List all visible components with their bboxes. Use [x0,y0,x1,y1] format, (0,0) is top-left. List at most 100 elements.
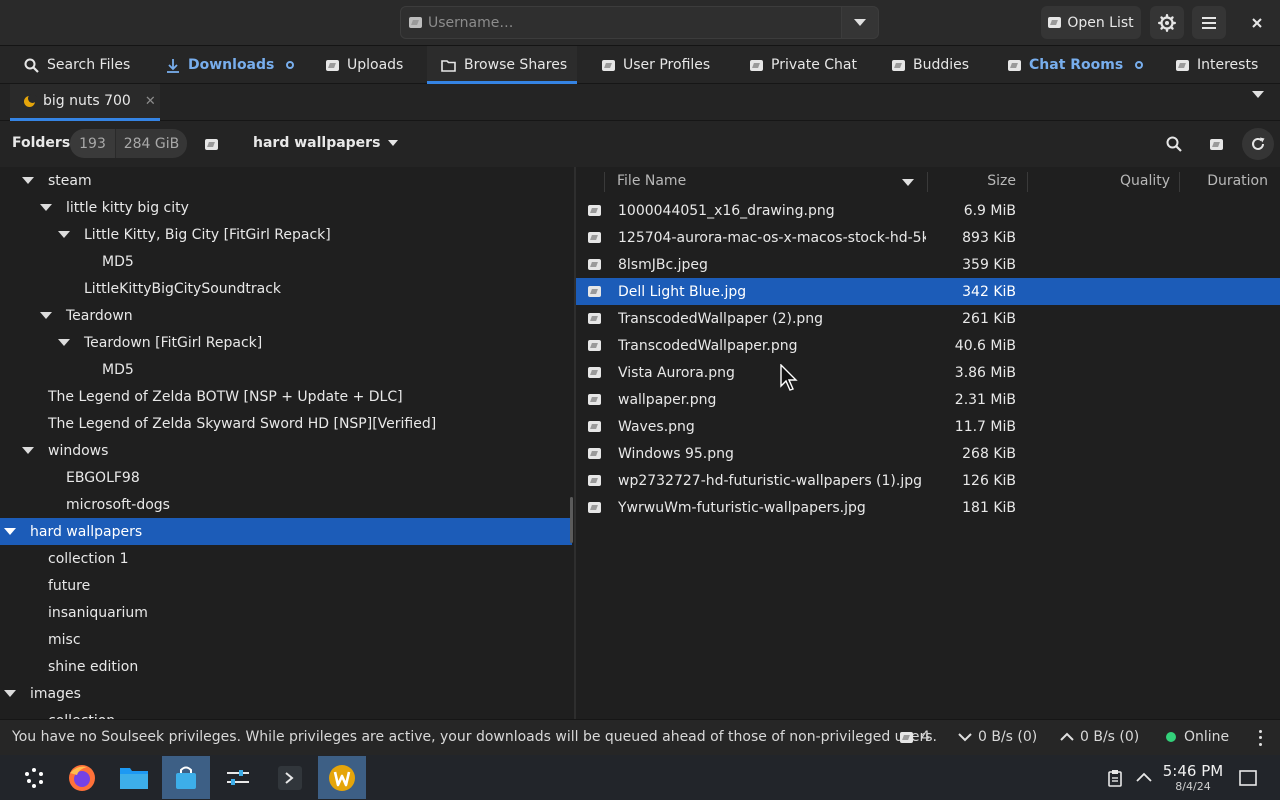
tree-row[interactable]: images [0,680,572,707]
file-row[interactable]: TranscodedWallpaper (2).png 261 KiB [576,305,1280,332]
settings-taskbar-button[interactable] [214,756,262,799]
main-menu-button[interactable] [1192,6,1226,39]
system-tray-expand-icon[interactable] [1136,771,1152,783]
file-row-selected[interactable]: Dell Light Blue.jpg 342 KiB [576,278,1280,305]
privileges-message: You have no Soulseek privileges. While p… [12,729,937,745]
user-tab-big-nuts-700[interactable]: big nuts 700 ✕ [10,84,160,121]
dot [1258,729,1262,733]
chevron-up-icon [1060,732,1074,741]
store-taskbar-button[interactable] [162,756,210,799]
connection-status[interactable]: Online [1166,729,1229,745]
tree-row[interactable]: collection [0,707,572,720]
folder-name: EBGOLF98 [66,469,140,486]
sort-descending-icon[interactable] [902,179,914,186]
expander-icon [40,312,52,319]
tab-private-chat[interactable]: Private Chat [740,46,866,84]
tab-search-files[interactable]: Search Files [14,46,134,84]
file-row[interactable]: wallpaper.png 2.31 MiB [576,386,1280,413]
tab-uploads[interactable]: Uploads [316,46,416,84]
tree-row[interactable]: windows [0,437,572,464]
column-quality[interactable]: Quality [1096,173,1170,189]
firefox-taskbar-button[interactable] [58,756,106,799]
tree-row[interactable]: misc [0,626,572,653]
tab-buddies[interactable]: Buddies [882,46,982,84]
folder-name: Teardown [FitGirl Repack] [84,334,263,351]
tree-row[interactable]: future [0,572,572,599]
column-duration[interactable]: Duration [1188,173,1268,189]
folder-name: The Legend of Zelda BOTW [NSP + Update +… [48,388,403,405]
file-list[interactable]: File Name Size Quality Duration 10000440… [576,167,1280,719]
file-row[interactable]: Windows 95.png 268 KiB [576,440,1280,467]
app-launcher-button[interactable] [10,756,58,799]
tree-row-selected[interactable]: hard wallpapers [0,518,572,545]
status-more-button[interactable] [1254,728,1266,748]
save-shares-button[interactable] [205,136,218,152]
tree-row[interactable]: shine edition [0,653,572,680]
settings-button[interactable] [1150,6,1184,39]
file-icon [588,448,601,459]
clock[interactable]: 5:46 PM 8/4/24 [1160,763,1226,794]
file-row[interactable]: wp2732727-hd-futuristic-wallpapers (1).j… [576,467,1280,494]
tab-label: Private Chat [771,57,857,73]
tab-chat-rooms[interactable]: Chat Rooms [998,46,1146,84]
file-name: Vista Aurora.png [618,364,735,381]
firefox-icon [69,764,95,791]
file-size: 268 KiB [962,445,1016,462]
column-separator [1179,172,1180,192]
file-row[interactable]: Waves.png 11.7 MiB [576,413,1280,440]
download-speed-indicator[interactable]: 0 B/s (0) [958,729,1037,745]
file-manager-taskbar-button[interactable] [110,756,158,799]
tree-row[interactable]: The Legend of Zelda Skyward Sword HD [NS… [0,410,572,437]
user-count-indicator[interactable]: 4 [900,729,930,745]
tree-row[interactable]: MD5 [0,356,572,383]
folder-path-dropdown[interactable]: hard wallpapers [253,135,399,151]
tree-row[interactable]: steam [0,167,572,194]
shopping-bag-icon [176,766,196,789]
tree-row[interactable]: collection 1 [0,545,572,572]
tab-label: Interests [1197,57,1259,73]
tree-row[interactable]: The Legend of Zelda BOTW [NSP + Update +… [0,383,572,410]
tab-interests[interactable]: Interests [1166,46,1276,84]
tab-label: Search Files [47,57,131,73]
tree-scrollbar[interactable] [570,497,573,543]
username-input[interactable]: Username… [400,6,842,39]
close-tab-button[interactable]: ✕ [145,94,156,109]
clipboard-icon[interactable] [1107,769,1123,787]
file-row[interactable]: Vista Aurora.png 3.86 MiB [576,359,1280,386]
folder-tree[interactable]: steam little kitty big city Little Kitty… [0,167,574,719]
file-row[interactable]: TranscodedWallpaper.png 40.6 MiB [576,332,1280,359]
file-row[interactable]: 1000044051_x16_drawing.png 6.9 MiB [576,197,1280,224]
search-button[interactable] [1158,128,1190,160]
upload-speed-indicator[interactable]: 0 B/s (0) [1060,729,1139,745]
tree-row[interactable]: microsoft-dogs [0,491,572,518]
file-row[interactable]: YwrwuWm-futuristic-wallpapers.jpg 181 KiB [576,494,1280,521]
folder-name: MD5 [102,253,134,270]
terminal-taskbar-button[interactable] [266,756,314,799]
open-list-button[interactable]: Open List [1041,6,1141,39]
tabs-menu-button[interactable] [1252,91,1264,114]
tab-browse-shares[interactable]: Browse Shares [427,46,577,84]
tree-row[interactable]: insaniquarium [0,599,572,626]
tree-row[interactable]: LittleKittyBigCitySoundtrack [0,275,572,302]
file-properties-button[interactable] [1200,128,1232,160]
tree-row[interactable]: Teardown [FitGirl Repack] [0,329,572,356]
upload-speed: 0 B/s (0) [1080,729,1140,745]
column-file-name[interactable]: File Name [617,173,686,189]
tree-row[interactable]: Teardown [0,302,572,329]
tree-row[interactable]: EBGOLF98 [0,464,572,491]
file-row[interactable]: 8lsmJBc.jpeg 359 KiB [576,251,1280,278]
tab-user-profiles[interactable]: User Profiles [592,46,722,84]
tab-downloads[interactable]: Downloads [156,46,300,84]
file-row[interactable]: 125704-aurora-mac-os-x-macos-stock-hd-5k… [576,224,1280,251]
username-dropdown-button[interactable] [842,6,879,39]
column-separator [604,172,605,192]
tree-row[interactable]: little kitty big city [0,194,572,221]
file-size: 11.7 MiB [954,418,1016,435]
column-size[interactable]: Size [936,173,1016,189]
close-window-button[interactable] [1240,6,1274,39]
nicotine-taskbar-button[interactable] [318,756,366,799]
tree-row[interactable]: MD5 [0,248,572,275]
show-desktop-icon[interactable] [1239,770,1257,786]
tree-row[interactable]: Little Kitty, Big City [FitGirl Repack] [0,221,572,248]
refresh-button[interactable] [1242,128,1274,160]
